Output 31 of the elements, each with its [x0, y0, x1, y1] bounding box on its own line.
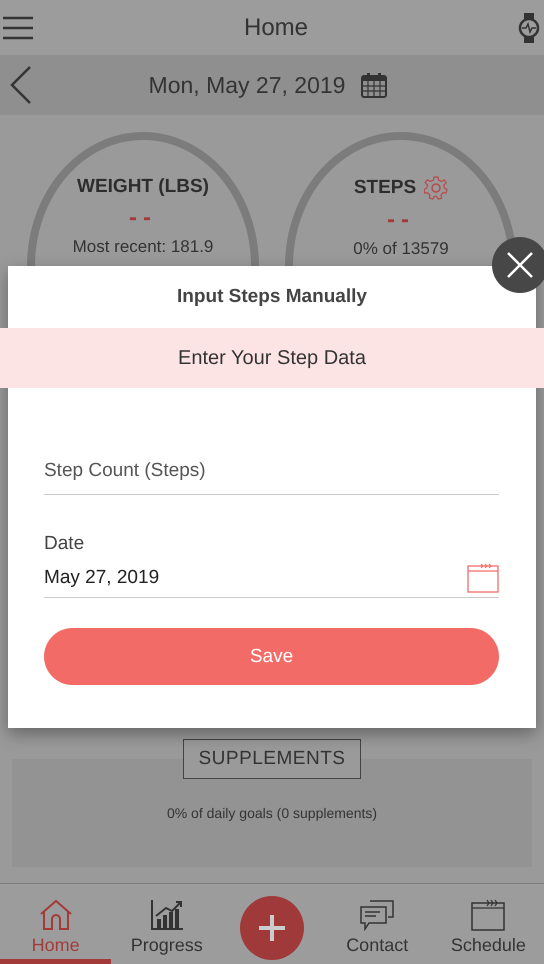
chart-icon: [150, 899, 184, 931]
close-icon: [507, 252, 533, 278]
calendar-icon: [471, 899, 506, 931]
menu-icon[interactable]: [2, 16, 34, 40]
card-title: WEIGHT (LBS): [77, 176, 209, 198]
plus-icon: [257, 913, 287, 943]
back-icon[interactable]: [10, 66, 32, 104]
chat-icon: [360, 899, 394, 931]
card-value: --: [129, 206, 157, 230]
nav-tab[interactable]: Home: [0, 884, 112, 964]
close-button[interactable]: [492, 237, 544, 293]
calendar-icon[interactable]: [467, 563, 499, 593]
dialog-title: Input Steps Manually: [176, 286, 368, 308]
info-banner: Enter Your Step Data: [0, 328, 544, 388]
card-subtitle: Most recent: 181.9: [72, 238, 214, 257]
watch-icon[interactable]: [518, 12, 540, 44]
supplements-summary: 0% of daily goals (0 supplements): [166, 805, 378, 821]
save-button[interactable]: Save: [44, 628, 499, 685]
page-title: Home: [244, 14, 308, 42]
date-label: Mon, May 27, 2019: [148, 72, 346, 98]
date-field[interactable]: May 27, 2019: [44, 563, 467, 593]
section-title: SUPPLEMENTS: [182, 739, 362, 779]
nav-tab[interactable]: Schedule: [432, 884, 544, 964]
card-title: STEPS: [354, 177, 416, 199]
home-icon: [38, 899, 73, 931]
nav-tab[interactable]: Progress: [111, 884, 222, 964]
field-label: Date: [44, 533, 86, 555]
calendar-icon[interactable]: [361, 72, 388, 98]
nav-tab[interactable]: Contact: [322, 884, 433, 964]
card-value: --: [387, 208, 415, 232]
card-subtitle: 0% of 13579: [353, 240, 449, 259]
